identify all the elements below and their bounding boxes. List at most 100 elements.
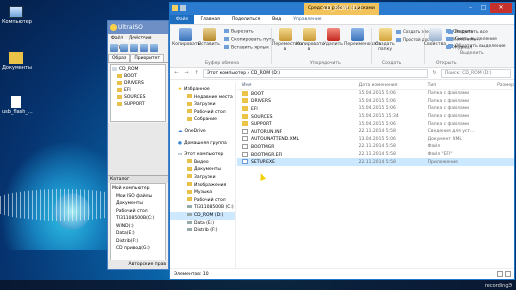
tab-home[interactable]: Главная xyxy=(194,15,225,24)
copy-icon xyxy=(178,28,192,41)
nav-favorites[interactable]: Избранное xyxy=(170,86,235,94)
nav-desktop[interactable]: Рабочий стол xyxy=(170,109,235,117)
invert-selection-button[interactable]: Обратить выделение xyxy=(448,43,506,50)
nav-pc-item[interactable]: Музыка xyxy=(170,189,235,197)
file-name: SUPPORT xyxy=(237,121,359,127)
details-view-icon[interactable] xyxy=(497,271,503,277)
tree-item[interactable]: Мои ISO файлы xyxy=(112,193,164,201)
nav-pc-item[interactable]: Видео xyxy=(170,159,235,167)
minimize-button[interactable]: – xyxy=(464,3,477,13)
new-icon[interactable] xyxy=(110,44,118,52)
back-icon[interactable]: ← xyxy=(173,70,180,77)
refresh-icon[interactable]: ↻ xyxy=(431,70,438,77)
tree-item[interactable]: Distrib(F:) xyxy=(112,238,164,246)
tiles-view-icon[interactable] xyxy=(505,271,511,277)
maximize-button[interactable]: □ xyxy=(477,3,490,13)
copy-path-button[interactable]: Скопировать путь xyxy=(224,37,274,43)
nav-this-pc[interactable]: Этот компьютер xyxy=(170,151,235,159)
file-row[interactable]: AUTORUN.INF 22.11.2014 5:58 Сведения для у… xyxy=(237,128,514,136)
select-all-button[interactable]: Выделить все xyxy=(448,29,506,36)
forward-icon[interactable]: → xyxy=(183,70,190,77)
nav-pc-item[interactable]: TI31108500B (C:) xyxy=(170,204,235,212)
tree-item[interactable]: EFI xyxy=(112,87,164,94)
ultraiso-titlebar[interactable]: UltraISO (Незарег xyxy=(108,21,168,44)
tree-item[interactable]: DRIVERS xyxy=(112,80,164,87)
tree-item[interactable]: BOOT xyxy=(112,73,164,80)
tab-view[interactable]: Вид xyxy=(266,15,287,24)
window-controls: – □ ✕ xyxy=(464,3,512,13)
file-row[interactable]: EFI 15.04.2015 5:06 Папка с файлами xyxy=(237,105,514,113)
copy-to-button[interactable]: Копировать в xyxy=(296,28,324,52)
desktop-icon-usb[interactable]: usb_flash_... xyxy=(2,96,33,115)
address-bar[interactable]: Этот компьютер › CD_ROM (D:) xyxy=(203,69,428,78)
file-name: SOURCES xyxy=(237,113,359,120)
move-to-button[interactable]: Переместить в xyxy=(272,28,303,52)
explorer-window[interactable]: Средства работы с дисками CD_ROM (D:) – … xyxy=(169,2,515,280)
desktop-icon-computer[interactable]: Компьютер xyxy=(2,6,32,25)
close-button[interactable]: ✕ xyxy=(490,3,512,13)
tree-item[interactable]: CD_ROM xyxy=(112,66,164,73)
tree-item[interactable]: SOURCES xyxy=(112,94,164,101)
tab-manage[interactable]: Управление xyxy=(287,15,327,24)
nav-recent[interactable]: Недавние места xyxy=(170,94,235,102)
navigation-pane: Избранное Недавние места Загрузки Рабочи… xyxy=(170,83,236,268)
nav-pc-item[interactable]: Изображения xyxy=(170,182,235,190)
column-name[interactable]: Имя xyxy=(237,83,359,89)
up-icon[interactable]: ↑ xyxy=(193,70,200,77)
column-size[interactable]: Размер xyxy=(479,83,514,89)
tree-item[interactable]: CD привод(G:) xyxy=(112,245,164,253)
desktop-icon-label: Компьютер xyxy=(2,19,32,25)
tree-item[interactable]: Документы xyxy=(112,200,164,208)
rename-button[interactable]: Переименовать xyxy=(344,28,381,47)
tab-image[interactable]: Образ xyxy=(108,54,131,62)
file-row[interactable]: SETUP.EXE 22.11.2014 5:58 Приложение xyxy=(237,158,514,166)
select-none-button[interactable]: Снять выделение xyxy=(448,36,506,43)
copy-button[interactable]: Копировать xyxy=(172,28,200,47)
nav-homegroup[interactable]: Домашняя группа xyxy=(170,140,235,148)
explorer-titlebar[interactable]: Средства работы с дисками CD_ROM (D:) – … xyxy=(170,3,514,15)
paste-button[interactable]: Вставить xyxy=(196,28,222,47)
copy-to-icon xyxy=(302,28,316,41)
tab-priority[interactable]: Приоритет xyxy=(130,54,165,62)
file-row[interactable]: BOOTMGR 22.11.2014 5:58 Файл xyxy=(237,143,514,151)
paste-shortcut-button[interactable]: Вставить ярлык xyxy=(224,45,269,51)
tree-item[interactable]: Data(E:) xyxy=(112,230,164,238)
file-row[interactable]: SUPPORT 15.04.2015 5:06 Папка с файлами xyxy=(237,120,514,128)
file-row[interactable]: BOOT 15.04.2015 5:06 Папка с файлами xyxy=(237,90,514,98)
nav-pc-item[interactable]: Distrib (F:) xyxy=(170,227,235,235)
nav-pc-item[interactable]: Загрузки xyxy=(170,174,235,182)
nav-library[interactable]: Собрание xyxy=(170,116,235,124)
tab-file[interactable]: Файл xyxy=(170,15,195,24)
file-row[interactable]: BOOTMGR.EFI 22.11.2014 5:58 Файл "EFI" xyxy=(237,151,514,159)
nav-downloads[interactable]: Загрузки xyxy=(170,101,235,109)
file-icon xyxy=(242,128,248,134)
tree-item[interactable]: SUPPORT xyxy=(112,101,164,108)
delete-button[interactable]: Удалить xyxy=(320,28,346,47)
file-row[interactable]: AUTOUNATTEND.XML 13.04.2015 5:06 Документ … xyxy=(237,136,514,144)
nav-pc-item[interactable]: Документы xyxy=(170,166,235,174)
cut-button[interactable]: Вырезать xyxy=(224,29,254,35)
file-type: Сведения для уст... xyxy=(427,129,475,135)
tree-item[interactable]: TI31108500B(C:) xyxy=(112,215,164,223)
nav-pc-item[interactable]: Data (E:) xyxy=(170,220,235,228)
file-row[interactable]: DRIVERS 15.04.2015 5:06 Папка с файлами xyxy=(237,98,514,106)
file-row[interactable]: SOURCES 15.04.2015 15:34 Папка с файлами xyxy=(237,113,514,121)
column-date[interactable]: Дата изменения xyxy=(359,83,428,89)
column-type[interactable]: Тип xyxy=(428,83,480,89)
nav-pc-item-selected[interactable]: CD_ROM (D:) xyxy=(170,211,235,220)
mount-icon[interactable] xyxy=(150,44,158,52)
new-folder-button[interactable]: Создать папку xyxy=(372,28,398,52)
properties-button[interactable]: Свойства xyxy=(422,28,448,47)
nav-pc-item[interactable]: Рабочий стол xyxy=(170,197,235,205)
nav-onedrive[interactable]: OneDrive xyxy=(170,128,235,136)
ultraiso-window[interactable]: UltraISO (Незарег Файл Действия Загру Об… xyxy=(107,20,169,270)
tree-item[interactable]: WIND(:) xyxy=(112,223,164,231)
search-input[interactable]: Поиск: CD_ROM (D:) xyxy=(441,69,511,78)
tab-share[interactable]: Поделиться xyxy=(226,15,266,24)
file-type: Файл "EFI" xyxy=(427,152,453,158)
tree-item[interactable]: Рабочий стол xyxy=(112,208,164,216)
desktop-icon-documents[interactable]: Документы xyxy=(2,52,32,71)
tree-item[interactable]: Мой компьютер xyxy=(112,185,164,193)
file-type: Файл xyxy=(427,144,441,150)
check-icon xyxy=(428,28,442,41)
